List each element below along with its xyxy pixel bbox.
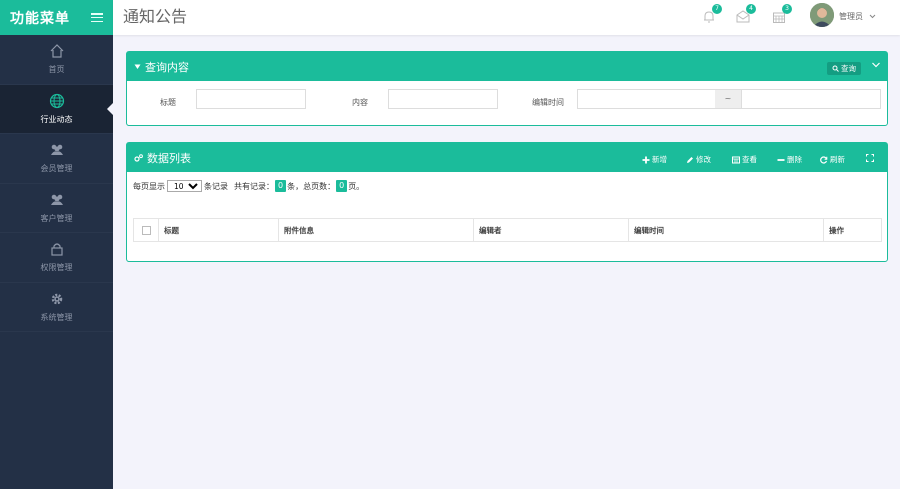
page-size-select[interactable]: 10 xyxy=(167,180,202,192)
page-title: 通知公告 xyxy=(123,7,188,26)
select-all-cell xyxy=(133,218,159,242)
query-panel-header: 查询内容 查询 xyxy=(127,52,887,81)
query-panel-title: 查询内容 xyxy=(145,60,189,74)
refresh-button-label: 刷新 xyxy=(830,155,845,164)
calendar-button[interactable]: 3 xyxy=(772,4,792,24)
total-pages-prefix: 条，总页数： xyxy=(287,181,336,191)
refresh-icon xyxy=(820,155,828,164)
add-button-label: 新增 xyxy=(652,155,667,164)
sidebar-item-permissions[interactable]: 权限管理 xyxy=(0,233,113,283)
users-icon xyxy=(50,144,63,156)
pagination-info: 每页显示 10 条记录 共有记录： 0 条，总页数： 0 页。 xyxy=(133,180,364,192)
table-icon xyxy=(732,156,740,163)
column-header-attachment[interactable]: 附件信息 xyxy=(278,218,474,242)
delete-button[interactable]: 删除 xyxy=(777,154,802,165)
sidebar-item-industry-news[interactable]: 行业动态 xyxy=(0,84,113,134)
chevron-down-icon xyxy=(869,14,875,19)
sidebar: 功能菜单 首页 行业动态 会员管理 客户管理 权限管理 系统管理 xyxy=(0,0,113,489)
add-button[interactable]: 新增 xyxy=(642,154,667,165)
title-filter-input[interactable] xyxy=(196,89,306,109)
sidebar-header: 功能菜单 xyxy=(0,0,113,35)
total-pages-suffix: 页。 xyxy=(348,181,365,191)
sidebar-item-label: 权限管理 xyxy=(40,263,73,273)
column-header-actions: 操作 xyxy=(823,218,882,242)
sidebar-item-label: 首页 xyxy=(48,65,65,75)
total-pages-badge: 0 xyxy=(336,180,348,192)
select-all-checkbox[interactable] xyxy=(142,225,151,235)
edit-button[interactable]: 修改 xyxy=(686,154,711,165)
lock-icon xyxy=(50,243,63,256)
fullscreen-button[interactable] xyxy=(866,154,874,162)
column-header-edit-time[interactable]: 编辑时间 xyxy=(628,218,824,242)
gear-icon xyxy=(51,293,62,304)
search-icon xyxy=(832,65,839,72)
menu-toggle-icon[interactable] xyxy=(91,13,103,22)
caret-down-icon xyxy=(134,64,141,69)
top-header: 通知公告 7 4 3 管理员 xyxy=(113,0,900,35)
data-list-panel-header: 数据列表 新增 修改 查看 删除 刷新 xyxy=(127,143,887,172)
view-button-label: 查看 xyxy=(742,155,757,164)
edit-button-label: 修改 xyxy=(696,155,711,164)
data-table: 标题 附件信息 编辑者 编辑时间 操作 xyxy=(133,218,882,242)
user-name-label: 管理员 xyxy=(839,12,863,21)
home-icon xyxy=(50,44,63,58)
sidebar-title: 功能菜单 xyxy=(10,10,70,27)
per-page-prefix: 每页显示 xyxy=(133,181,165,191)
sidebar-item-home[interactable]: 首页 xyxy=(0,35,113,85)
sidebar-item-members[interactable]: 会员管理 xyxy=(0,134,113,184)
content-filter-input[interactable] xyxy=(388,89,498,109)
user-menu[interactable]: 管理员 xyxy=(839,11,876,22)
expand-icon xyxy=(866,154,874,162)
total-records-prefix: 共有记录： xyxy=(234,181,274,191)
table-header-row: 标题 附件信息 编辑者 编辑时间 操作 xyxy=(133,218,882,242)
calendar-count-badge: 3 xyxy=(782,4,792,14)
sidebar-item-label: 行业动态 xyxy=(40,114,73,124)
edit-time-start-input[interactable] xyxy=(577,89,716,109)
view-button[interactable]: 查看 xyxy=(732,154,757,165)
delete-button-label: 删除 xyxy=(787,155,802,164)
date-range-separator: ~ xyxy=(715,89,741,109)
pencil-icon xyxy=(687,156,693,163)
query-button[interactable]: 查询 xyxy=(827,62,861,75)
sidebar-item-label: 客户管理 xyxy=(40,213,73,223)
messages-button[interactable]: 4 xyxy=(736,4,756,24)
title-filter-label: 标题 xyxy=(160,98,176,107)
sidebar-item-system[interactable]: 系统管理 xyxy=(0,283,113,332)
per-page-suffix: 条记录 xyxy=(204,181,228,191)
sidebar-item-label: 会员管理 xyxy=(40,164,73,174)
notification-count-badge: 7 xyxy=(712,4,722,14)
collapse-chevron-icon[interactable] xyxy=(871,60,881,70)
sidebar-item-customers[interactable]: 客户管理 xyxy=(0,184,113,233)
users-icon xyxy=(50,194,63,205)
edit-time-end-input[interactable] xyxy=(741,89,881,109)
data-list-panel: 数据列表 新增 修改 查看 删除 刷新 每页显示 10 条记录 共有记录： 0 … xyxy=(126,142,888,262)
notifications-button[interactable]: 7 xyxy=(702,4,722,24)
content-filter-label: 内容 xyxy=(352,98,368,107)
minus-icon xyxy=(777,158,785,161)
cogs-icon xyxy=(134,153,143,162)
edit-time-filter-label: 编辑时间 xyxy=(532,98,564,107)
query-panel: 查询内容 查询 标题 内容 编辑时间 ~ xyxy=(126,51,888,126)
message-count-badge: 4 xyxy=(746,4,756,14)
plus-icon xyxy=(642,156,650,163)
refresh-button[interactable]: 刷新 xyxy=(820,154,845,165)
avatar[interactable] xyxy=(810,3,834,27)
column-header-editor[interactable]: 编辑者 xyxy=(473,218,629,242)
sidebar-item-label: 系统管理 xyxy=(40,312,73,322)
total-records-badge: 0 xyxy=(275,180,287,192)
data-list-panel-title: 数据列表 xyxy=(147,151,191,165)
column-header-title[interactable]: 标题 xyxy=(158,218,279,242)
globe-icon xyxy=(49,93,64,108)
query-button-label: 查询 xyxy=(841,64,856,73)
